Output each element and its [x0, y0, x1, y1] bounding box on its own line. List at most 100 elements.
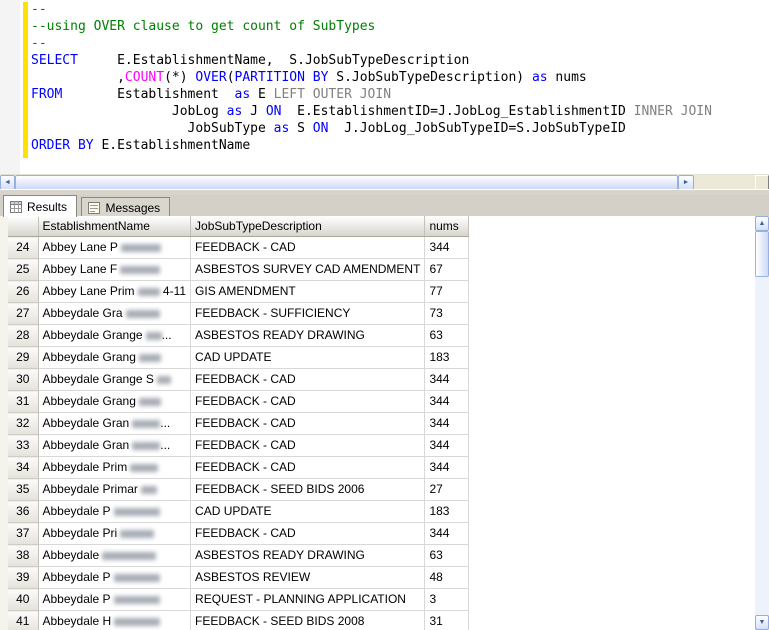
- row-number[interactable]: 36: [8, 500, 39, 523]
- row-number[interactable]: 27: [8, 302, 39, 325]
- chevron-right-icon: ►: [682, 179, 690, 186]
- editor-hscrollbar[interactable]: ◄ ►: [0, 174, 769, 190]
- cell-jobsubtypedescription[interactable]: ASBESTOS SURVEY CAD AMENDMENT: [190, 258, 426, 281]
- code-lines[interactable]: -- --using OVER clause to get count of Su…: [31, 1, 712, 154]
- cell-establishment-name[interactable]: Abbey Lane Prim 4-11: [38, 280, 192, 303]
- table-row: 34 Abbeydale Prim FEEDBACK - CAD 344: [8, 456, 769, 479]
- grid-corner-header[interactable]: [8, 216, 39, 237]
- cell-establishment-name[interactable]: Abbeydale P: [38, 566, 192, 589]
- results-vscrollbar[interactable]: ▲ ▼: [755, 216, 769, 630]
- cell-jobsubtypedescription[interactable]: CAD UPDATE: [190, 500, 426, 523]
- cell-jobsubtypedescription[interactable]: FEEDBACK - CAD: [190, 390, 426, 413]
- cell-establishment-name[interactable]: Abbeydale Grange S: [38, 368, 192, 391]
- cell-jobsubtypedescription[interactable]: FEEDBACK - CAD: [190, 368, 426, 391]
- column-header-nums[interactable]: nums: [424, 216, 470, 237]
- cell-nums[interactable]: 63: [424, 544, 470, 567]
- cell-establishment-name[interactable]: Abbeydale Grang: [38, 390, 192, 413]
- scroll-left-button[interactable]: ◄: [0, 175, 15, 190]
- cell-nums[interactable]: 344: [424, 368, 470, 391]
- cell-establishment-name[interactable]: Abbeydale Grang: [38, 346, 192, 369]
- scroll-down-button[interactable]: ▼: [755, 615, 769, 630]
- results-left-margin: [0, 216, 8, 630]
- row-number[interactable]: 39: [8, 566, 39, 589]
- splitter-grip-box[interactable]: [755, 175, 769, 190]
- cell-jobsubtypedescription[interactable]: FEEDBACK - CAD: [190, 456, 426, 479]
- cell-nums[interactable]: 31: [424, 610, 470, 630]
- cell-nums[interactable]: 344: [424, 412, 470, 435]
- cell-nums[interactable]: 63: [424, 324, 470, 347]
- cell-nums[interactable]: 73: [424, 302, 470, 325]
- column-header-establishmentname[interactable]: EstablishmentName: [38, 216, 192, 237]
- row-number[interactable]: 31: [8, 390, 39, 413]
- cell-establishment-name[interactable]: Abbeydale H: [38, 610, 192, 630]
- cell-jobsubtypedescription[interactable]: GIS AMENDMENT: [190, 280, 426, 303]
- cell-establishment-name[interactable]: Abbeydale Primar: [38, 478, 192, 501]
- messages-icon: [88, 201, 101, 214]
- row-number[interactable]: 29: [8, 346, 39, 369]
- row-number[interactable]: 32: [8, 412, 39, 435]
- cell-jobsubtypedescription[interactable]: CAD UPDATE: [190, 346, 426, 369]
- row-number[interactable]: 28: [8, 324, 39, 347]
- column-header-jobsubtypedescription[interactable]: JobSubTypeDescription: [190, 216, 426, 237]
- tab-messages[interactable]: Messages: [81, 197, 171, 217]
- redacted-text: [114, 617, 161, 626]
- row-number[interactable]: 38: [8, 544, 39, 567]
- row-number[interactable]: 35: [8, 478, 39, 501]
- row-number[interactable]: 41: [8, 610, 39, 630]
- cell-jobsubtypedescription[interactable]: FEEDBACK - CAD: [190, 522, 426, 545]
- row-number[interactable]: 37: [8, 522, 39, 545]
- cell-nums[interactable]: 77: [424, 280, 470, 303]
- cell-jobsubtypedescription[interactable]: REQUEST - PLANNING APPLICATION: [190, 588, 426, 611]
- row-number[interactable]: 40: [8, 588, 39, 611]
- cell-jobsubtypedescription[interactable]: ASBESTOS REVIEW: [190, 566, 426, 589]
- table-row: 26 Abbey Lane Prim 4-11 GIS AMENDMENT 77: [8, 280, 769, 303]
- cell-jobsubtypedescription[interactable]: ASBESTOS READY DRAWING: [190, 324, 426, 347]
- cell-jobsubtypedescription[interactable]: ASBESTOS READY DRAWING: [190, 544, 426, 567]
- sql-editor[interactable]: -- --using OVER clause to get count of Su…: [0, 0, 769, 174]
- table-row: 25 Abbey Lane F ASBESTOS SURVEY CAD AMENDM…: [8, 258, 769, 281]
- cell-nums[interactable]: 183: [424, 346, 470, 369]
- scroll-up-button[interactable]: ▲: [755, 216, 769, 231]
- hscrollbar-thumb[interactable]: [15, 175, 678, 190]
- cell-jobsubtypedescription[interactable]: FEEDBACK - SUFFICIENCY: [190, 302, 426, 325]
- row-filler: [468, 544, 769, 567]
- vscrollbar-thumb[interactable]: [755, 231, 769, 277]
- cell-nums[interactable]: 344: [424, 434, 470, 457]
- table-row: 28 Abbeydale Grange... ASBESTOS READY DRAW…: [8, 324, 769, 347]
- cell-establishment-name[interactable]: Abbeydale Gra: [38, 302, 192, 325]
- cell-establishment-name[interactable]: Abbey Lane P: [38, 236, 192, 259]
- row-number[interactable]: 33: [8, 434, 39, 457]
- cell-nums[interactable]: 27: [424, 478, 470, 501]
- cell-jobsubtypedescription[interactable]: FEEDBACK - CAD: [190, 434, 426, 457]
- cell-nums[interactable]: 344: [424, 390, 470, 413]
- cell-establishment-name[interactable]: Abbeydale Gran...: [38, 434, 192, 457]
- cell-establishment-name[interactable]: Abbeydale Grange...: [38, 324, 192, 347]
- cell-establishment-name[interactable]: Abbeydale P: [38, 500, 192, 523]
- cell-jobsubtypedescription[interactable]: FEEDBACK - CAD: [190, 236, 426, 259]
- redacted-text: [113, 595, 160, 604]
- cell-nums[interactable]: 344: [424, 236, 470, 259]
- cell-nums[interactable]: 67: [424, 258, 470, 281]
- cell-nums[interactable]: 344: [424, 456, 470, 479]
- cell-nums[interactable]: 3: [424, 588, 470, 611]
- cell-nums[interactable]: 48: [424, 566, 470, 589]
- cell-nums[interactable]: 344: [424, 522, 470, 545]
- tab-results-label: Results: [27, 199, 68, 214]
- row-number[interactable]: 34: [8, 456, 39, 479]
- tab-results[interactable]: Results: [3, 195, 78, 217]
- cell-establishment-name[interactable]: Abbeydale Gran...: [38, 412, 192, 435]
- cell-establishment-name[interactable]: Abbey Lane F: [38, 258, 192, 281]
- row-number[interactable]: 30: [8, 368, 39, 391]
- row-number[interactable]: 24: [8, 236, 39, 259]
- cell-jobsubtypedescription[interactable]: FEEDBACK - CAD: [190, 412, 426, 435]
- cell-jobsubtypedescription[interactable]: FEEDBACK - SEED BIDS 2008: [190, 610, 426, 630]
- cell-establishment-name[interactable]: Abbeydale Prim: [38, 456, 192, 479]
- cell-establishment-name[interactable]: Abbeydale P: [38, 588, 192, 611]
- cell-jobsubtypedescription[interactable]: FEEDBACK - SEED BIDS 2006: [190, 478, 426, 501]
- scroll-right-button[interactable]: ►: [678, 175, 694, 190]
- row-number[interactable]: 25: [8, 258, 39, 281]
- cell-nums[interactable]: 183: [424, 500, 470, 523]
- cell-establishment-name[interactable]: Abbeydale: [38, 544, 192, 567]
- cell-establishment-name[interactable]: Abbeydale Pri: [38, 522, 192, 545]
- row-number[interactable]: 26: [8, 280, 39, 303]
